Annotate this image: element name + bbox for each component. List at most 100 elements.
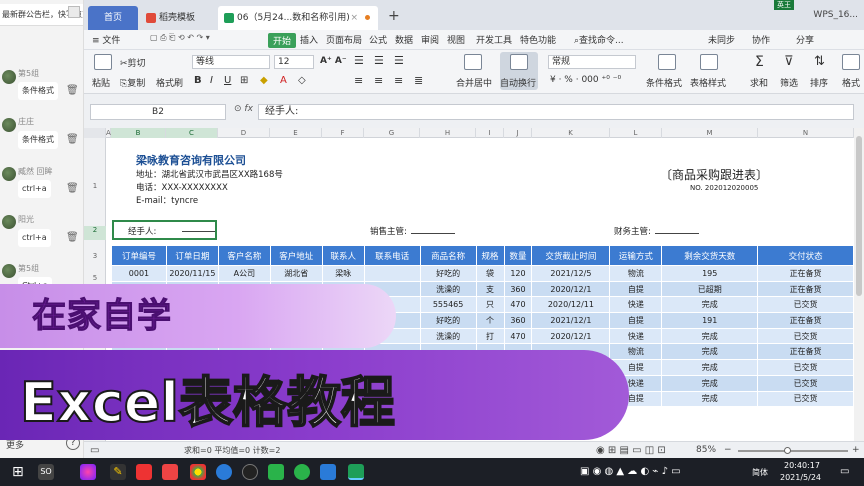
format-button[interactable]: 格式	[842, 76, 860, 89]
column-header-cell[interactable]: 订单日期	[165, 245, 219, 266]
table-cell[interactable]: 洗澡的	[419, 327, 477, 345]
clock-time[interactable]: 20:40:17	[784, 461, 820, 470]
table-cell[interactable]: A公司	[217, 265, 271, 282]
table-cell[interactable]: 自提	[609, 280, 663, 298]
table-cell[interactable]: 470	[503, 296, 533, 314]
tab-docer[interactable]: 稻壳模板	[140, 6, 216, 30]
table-cell[interactable]: 快递	[609, 327, 663, 345]
format-painter-button[interactable]: 格式刷	[156, 76, 183, 89]
conditional-format-icon[interactable]	[658, 54, 676, 70]
row-header[interactable]: 2	[84, 226, 106, 240]
table-cell[interactable]: 2021/12/5	[531, 265, 611, 282]
font-color-icon[interactable]: A	[280, 75, 287, 86]
avatar[interactable]	[2, 264, 16, 278]
menu-page-layout[interactable]: 页面布局	[326, 33, 362, 46]
align-center-icon[interactable]: ≡	[374, 74, 383, 87]
column-header-cell[interactable]: 客户地址	[269, 245, 323, 266]
table-cell[interactable]: 360	[503, 280, 533, 298]
table-cell[interactable]: 已超期	[661, 280, 759, 298]
trash-icon[interactable]: 🗑	[66, 134, 79, 145]
share-button[interactable]: 分享	[796, 33, 814, 46]
sort-button[interactable]: 排序	[810, 76, 828, 89]
table-style-icon[interactable]	[700, 54, 718, 70]
app-icon[interactable]	[80, 464, 96, 480]
column-header-cell[interactable]: 订单编号	[111, 245, 167, 266]
table-cell[interactable]: 2021/12/1	[531, 312, 611, 329]
column-header-cell[interactable]: 交货截止时间	[531, 245, 611, 266]
trash-icon[interactable]: 🗑	[66, 85, 79, 96]
justify-icon[interactable]: ≣	[414, 74, 423, 87]
app-icon[interactable]	[320, 464, 336, 480]
table-cell[interactable]: 已交货	[757, 374, 854, 392]
table-cell[interactable]: 191	[661, 312, 759, 329]
column-header-cell[interactable]: 联系电话	[363, 245, 421, 266]
table-cell[interactable]: 2020/12/1	[531, 280, 611, 298]
scrollbar-thumb[interactable]	[856, 136, 862, 296]
tray-icons[interactable]: ▣ ◉ ◍ ▲ ☁ ◐ ⌁ ♪ ▭	[580, 466, 681, 477]
format-icon[interactable]	[842, 54, 860, 70]
account-label[interactable]: WPS_16...	[813, 10, 858, 20]
sum-icon[interactable]: Σ	[755, 54, 764, 70]
table-cell[interactable]: 已交货	[757, 390, 854, 408]
quick-access-icons[interactable]: ▢ ⎙ ⎗ ⟲ ↶ ↷ ▾	[150, 33, 210, 43]
col-header[interactable]: F	[322, 128, 364, 138]
vertical-scrollbar[interactable]	[854, 128, 864, 441]
table-cell[interactable]: 完成	[661, 296, 759, 314]
paste-icon[interactable]	[94, 54, 112, 70]
filter-button[interactable]: 筛选	[780, 76, 798, 89]
column-header-cell[interactable]: 联系人	[321, 245, 365, 266]
view-mode-icons[interactable]: ◉ ⊞ ▤ ▭ ◫ ⊡	[596, 445, 666, 456]
zoom-in-icon[interactable]: +	[852, 445, 860, 455]
align-left-icon[interactable]: ≡	[354, 74, 363, 87]
menu-data[interactable]: 数据	[395, 33, 413, 46]
table-cell[interactable]: 好吃的	[419, 265, 477, 282]
number-format-select[interactable]: 常规	[548, 55, 636, 69]
clock-date[interactable]: 2021/5/24	[780, 473, 821, 482]
name-box[interactable]: B2	[90, 104, 226, 120]
col-header[interactable]: J	[504, 128, 532, 138]
ime-indicator[interactable]: 英王	[774, 0, 794, 10]
table-cell[interactable]: 完成	[661, 390, 759, 408]
table-cell[interactable]: 已交货	[757, 327, 854, 345]
border-icon[interactable]: ⊞	[240, 75, 248, 86]
col-header[interactable]: E	[270, 128, 322, 138]
align-top-icon[interactable]: ☰	[354, 54, 364, 67]
column-header-cell[interactable]: 数量	[503, 245, 533, 266]
app-icon[interactable]	[242, 464, 258, 480]
app-icon[interactable]	[216, 464, 232, 480]
table-cell[interactable]: 好吃的	[419, 312, 477, 329]
row-header[interactable]: 3	[84, 252, 106, 260]
col-header[interactable]: D	[218, 128, 270, 138]
menu-developer[interactable]: 开发工具	[476, 33, 512, 46]
select-all-corner[interactable]	[84, 128, 106, 138]
app-icon[interactable]: SO	[38, 464, 54, 480]
align-right-icon[interactable]: ≡	[394, 74, 403, 87]
table-cell[interactable]: 2020/12/1	[531, 327, 611, 345]
table-cell[interactable]: 打	[475, 327, 505, 345]
table-cell[interactable]: 自提	[609, 312, 663, 329]
table-style-button[interactable]: 表格样式	[690, 76, 726, 89]
col-header[interactable]: N	[758, 128, 854, 138]
spreadsheet-taskbar-icon[interactable]	[348, 464, 364, 480]
column-header-cell[interactable]: 规格	[475, 245, 505, 266]
table-cell[interactable]: 120	[503, 265, 533, 282]
trash-icon[interactable]: 🗑	[66, 232, 79, 243]
menu-insert[interactable]: 插入	[300, 33, 318, 46]
copy-button[interactable]: ⎘复制	[120, 76, 145, 89]
table-cell[interactable]: 梁咏	[321, 265, 365, 282]
table-cell[interactable]: 只	[475, 296, 505, 314]
paste-button[interactable]: 粘贴	[92, 76, 110, 89]
input-lang[interactable]: 简体	[752, 467, 768, 478]
table-cell[interactable]: 快递	[609, 296, 663, 314]
windows-start-icon[interactable]: ⊞	[12, 464, 28, 480]
collaborate-button[interactable]: 协作	[752, 33, 770, 46]
wechat-icon[interactable]	[268, 464, 284, 480]
table-cell[interactable]: 完成	[661, 327, 759, 345]
sort-icon[interactable]: ⇅	[814, 54, 825, 69]
menu-home[interactable]: 开始	[268, 33, 297, 48]
formula-input[interactable]: 经手人:	[258, 104, 854, 120]
chrome-icon[interactable]	[190, 464, 206, 480]
col-header[interactable]: G	[364, 128, 420, 138]
new-tab-button[interactable]: +	[388, 8, 400, 24]
tab-home[interactable]: 首页	[88, 6, 138, 30]
